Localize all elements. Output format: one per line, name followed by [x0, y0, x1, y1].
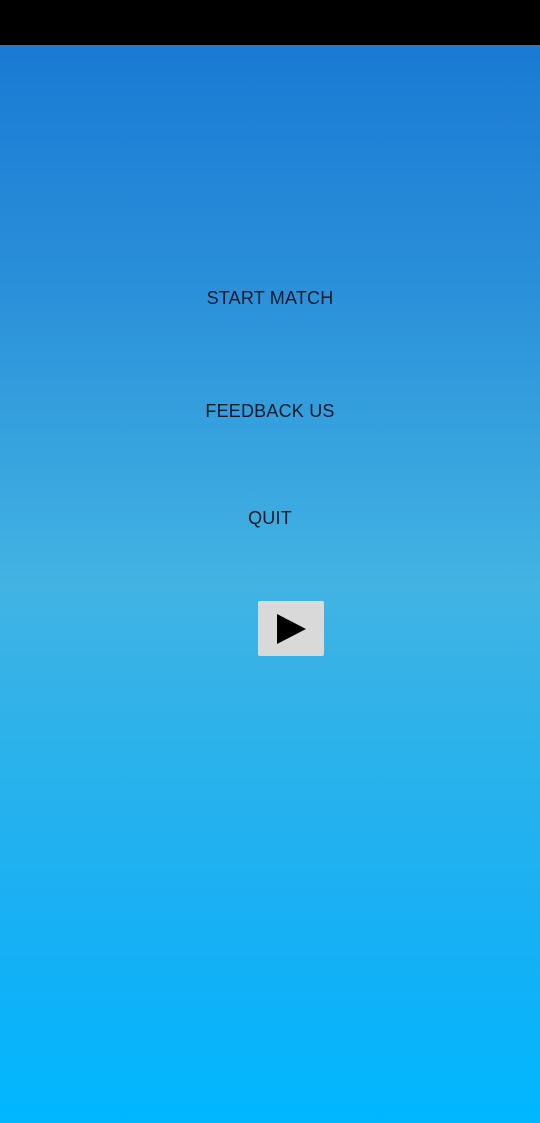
quit-button[interactable]: QUIT [0, 498, 540, 538]
main-menu-screen: START MATCH FEEDBACK US QUIT [0, 0, 540, 1123]
play-icon [277, 613, 306, 644]
play-button[interactable] [258, 601, 324, 656]
feedback-us-button[interactable]: FEEDBACK US [0, 391, 540, 431]
start-match-button[interactable]: START MATCH [0, 278, 540, 318]
status-bar [0, 0, 540, 45]
